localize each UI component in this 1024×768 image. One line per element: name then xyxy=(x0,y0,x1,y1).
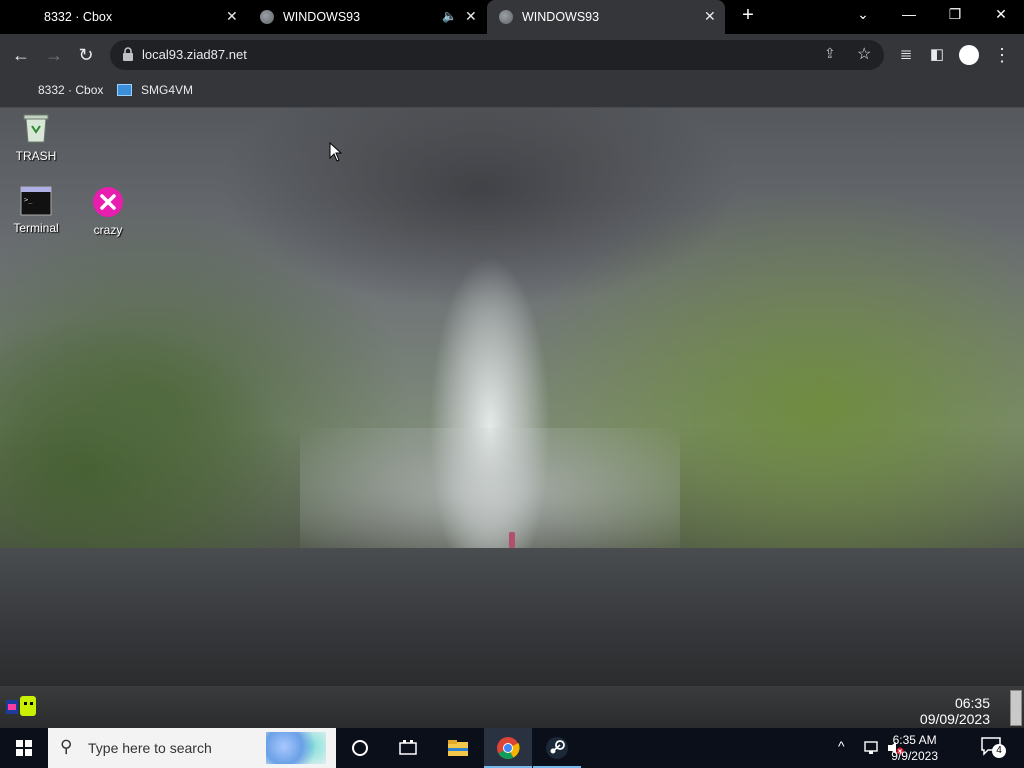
wallpaper-person xyxy=(509,532,515,548)
side-panel-icon[interactable]: ◧ xyxy=(926,44,948,66)
back-arrow-icon[interactable]: ← xyxy=(10,44,32,66)
close-icon[interactable]: ✕ xyxy=(704,8,716,25)
task-view-icon[interactable] xyxy=(396,736,420,760)
window-close-icon[interactable]: ✕ xyxy=(989,6,1013,23)
minimize-icon[interactable]: — xyxy=(897,6,921,22)
file-explorer-icon[interactable] xyxy=(446,736,470,760)
desktop-icon-label: crazy xyxy=(93,223,123,237)
chrome-taskbar-button[interactable] xyxy=(484,728,532,768)
taskbar-search-box[interactable]: ⚲ Type here to search xyxy=(48,728,336,768)
close-icon[interactable]: ✕ xyxy=(465,8,477,25)
globe-icon xyxy=(260,10,274,24)
chevron-down-icon[interactable]: ⌄ xyxy=(851,6,875,23)
tab-title: WINDOWS93 xyxy=(522,10,600,24)
desktop-icon-terminal[interactable]: >_ Terminal xyxy=(4,186,68,235)
media-control-icon[interactable]: ≣ xyxy=(895,44,917,66)
notification-count: 4 xyxy=(992,744,1006,758)
new-tab-plus-icon[interactable]: + xyxy=(736,4,760,27)
steam-taskbar-button[interactable] xyxy=(533,728,581,768)
windows93-desktop[interactable]: TRASH >_ Terminal crazy xyxy=(0,108,1024,686)
terminal-icon: >_ xyxy=(20,186,52,216)
w93-date: 09/09/2023 xyxy=(919,711,990,727)
tab-cbox[interactable]: 8332 · Cbox ✕ xyxy=(0,0,250,34)
w93-time: 06:35 xyxy=(954,695,990,711)
windows93-start-icon[interactable] xyxy=(4,694,40,720)
restore-icon[interactable]: ❐ xyxy=(943,6,967,23)
windows-taskbar: ⚲ Type here to search ^ 6:35 AM 9/9/2023… xyxy=(0,728,1024,768)
chrome-icon xyxy=(497,737,520,759)
address-bar[interactable]: local93.ziad87.net ⇪ ☆ xyxy=(110,40,884,70)
monitor-icon xyxy=(117,84,132,96)
share-icon[interactable]: ⇪ xyxy=(824,45,836,62)
close-icon[interactable]: ✕ xyxy=(226,8,238,25)
jellyfish-icon xyxy=(266,732,326,764)
forward-arrow-icon[interactable]: → xyxy=(43,44,65,66)
taskbar-date: 9/9/2023 xyxy=(891,749,938,763)
search-icon: ⚲ xyxy=(60,737,73,756)
speaker-icon[interactable]: 🔈 xyxy=(442,9,457,23)
trash-icon xyxy=(23,114,49,143)
tab-title: 8332 · Cbox xyxy=(44,10,113,24)
windows93-clock: 06:35 09/09/2023 xyxy=(920,695,990,727)
crazy-icon xyxy=(93,187,123,217)
reload-icon[interactable]: ↻ xyxy=(75,44,97,66)
bookmark-cbox[interactable]: 8332 · Cbox xyxy=(38,83,103,97)
cortana-icon[interactable] xyxy=(348,736,372,760)
search-placeholder: Type here to search xyxy=(88,740,212,756)
waterfall-mist xyxy=(300,428,680,558)
url-text: local93.ziad87.net xyxy=(142,47,247,62)
network-icon[interactable] xyxy=(862,740,880,756)
scrollbar-thumb[interactable] xyxy=(1010,690,1022,726)
bookmark-smg4vm[interactable]: SMG4VM xyxy=(141,83,193,97)
desktop-icon-trash[interactable]: TRASH xyxy=(4,112,68,163)
bookmarks-bar: 8332 · Cbox SMG4VM xyxy=(0,76,1024,108)
browser-toolbar: ← → ↻ local93.ziad87.net ⇪ ☆ ≣ ◧ ⋮ xyxy=(0,34,1024,76)
mouse-cursor-icon xyxy=(329,142,343,162)
menu-kebab-icon[interactable]: ⋮ xyxy=(991,44,1013,66)
bookmark-star-icon[interactable]: ☆ xyxy=(857,44,871,64)
wallpaper-ground xyxy=(0,548,1024,686)
windows93-taskbar: 06:35 09/09/2023 xyxy=(0,686,1024,728)
steam-icon xyxy=(546,737,568,759)
chevron-up-icon[interactable]: ^ xyxy=(838,738,845,754)
desktop-icon-label: TRASH xyxy=(15,149,57,163)
desktop-icon-crazy[interactable]: crazy xyxy=(76,186,140,237)
globe-icon xyxy=(499,10,513,24)
tab-windows93-active[interactable]: WINDOWS93 ✕ xyxy=(487,0,725,34)
taskbar-clock[interactable]: 6:35 AM 9/9/2023 xyxy=(891,732,938,764)
tab-strip: 8332 · Cbox ✕ WINDOWS93 🔈 ✕ WINDOWS93 ✕ … xyxy=(0,0,1024,34)
lock-icon xyxy=(123,47,133,61)
tab-title: WINDOWS93 xyxy=(283,10,361,24)
windows-start-icon[interactable] xyxy=(16,740,32,756)
notification-center-button[interactable]: 4 xyxy=(980,736,1008,760)
tab-windows93-audio[interactable]: WINDOWS93 🔈 ✕ xyxy=(250,0,486,34)
desktop-icon-label: Terminal xyxy=(13,221,59,235)
svg-text:>_: >_ xyxy=(24,196,33,204)
taskbar-time: 6:35 AM xyxy=(892,733,937,747)
profile-avatar-icon[interactable] xyxy=(959,45,979,65)
